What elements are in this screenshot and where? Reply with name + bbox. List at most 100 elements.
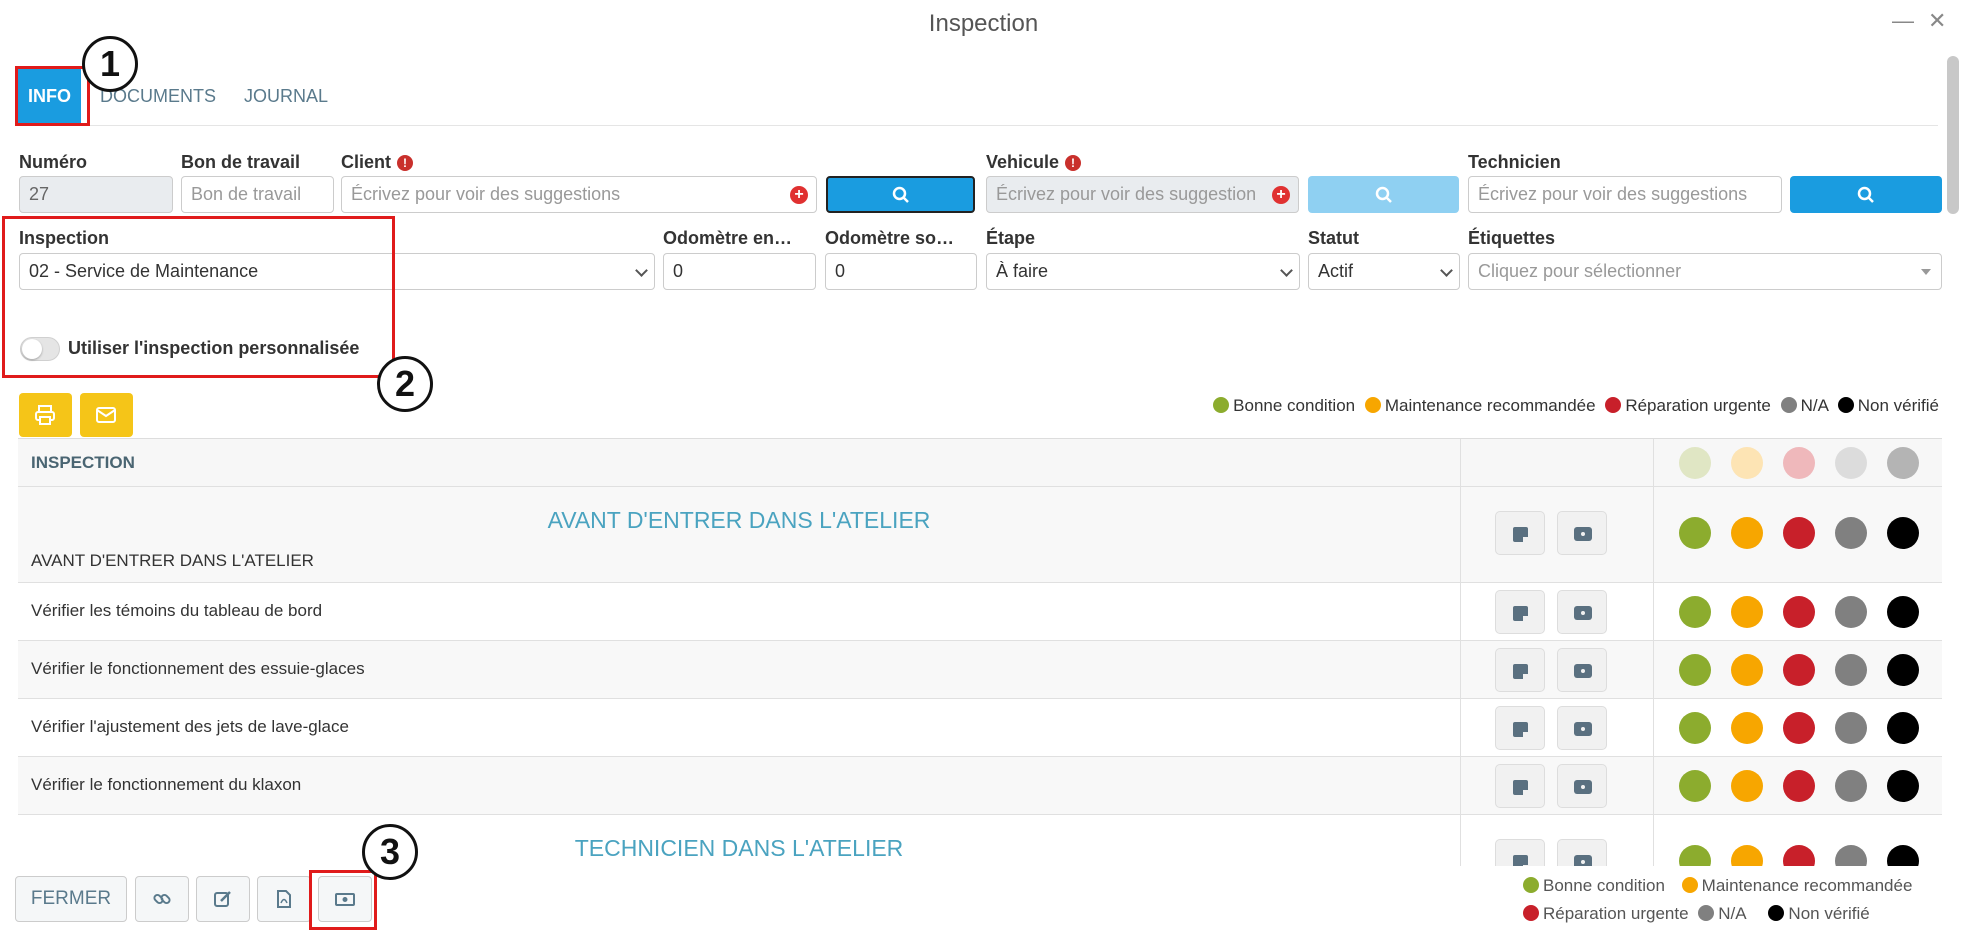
scrollbar[interactable] [1947, 56, 1959, 214]
legend-dot-black [1768, 905, 1785, 921]
tab-journal[interactable]: JOURNAL [244, 68, 328, 124]
camera-button[interactable] [1557, 764, 1607, 808]
note-button[interactable] [1495, 764, 1545, 808]
legend-dot-red [1605, 397, 1622, 413]
section-title: TECHNICIEN DANS L'ATELIER [574, 835, 904, 861]
client-search-button[interactable] [826, 176, 975, 213]
search-icon [1375, 186, 1392, 203]
etiquettes-select[interactable]: Cliquez pour sélectionner [1468, 253, 1942, 290]
legend-dot-orange [1681, 877, 1698, 893]
status-dot-green[interactable] [1679, 596, 1711, 628]
header-dot-green[interactable] [1679, 447, 1711, 479]
status-dot-red[interactable] [1783, 654, 1815, 686]
step-marker-3: 3 [362, 824, 418, 880]
add-vehicule-icon[interactable]: + [1272, 186, 1290, 204]
note-icon [1513, 722, 1528, 737]
vehicule-search-button[interactable] [1308, 176, 1459, 213]
pdf-button[interactable] [257, 876, 311, 922]
edit-icon [214, 891, 231, 907]
note-icon [1513, 664, 1528, 679]
close-icon[interactable]: ✕ [1928, 8, 1946, 34]
minimize-icon[interactable]: — [1892, 8, 1914, 34]
legend-dot-green [1213, 397, 1230, 413]
status-dot-gray[interactable] [1835, 845, 1867, 866]
camera-button[interactable] [1557, 511, 1607, 555]
add-client-icon[interactable]: + [790, 186, 808, 204]
inspection-select[interactable]: 02 - Service de Maintenance [19, 253, 655, 290]
legend-bottom-row1: Bonne condition Maintenance recommandée [1523, 876, 1912, 896]
vehicule-input[interactable]: Écrivez pour voir des suggestion + [986, 176, 1299, 213]
status-dot-black[interactable] [1887, 770, 1919, 802]
status-dot-orange[interactable] [1731, 596, 1763, 628]
statut-select[interactable]: Actif [1308, 253, 1460, 290]
note-button[interactable] [1495, 706, 1545, 750]
status-dot-red[interactable] [1783, 845, 1815, 866]
note-button[interactable] [1495, 839, 1545, 866]
status-dot-green[interactable] [1679, 770, 1711, 802]
edit-button[interactable] [196, 876, 250, 922]
print-button[interactable] [19, 393, 72, 437]
status-dot-gray[interactable] [1835, 770, 1867, 802]
camera-button[interactable] [1557, 706, 1607, 750]
status-dot-orange[interactable] [1731, 517, 1763, 549]
legend-top: Bonne condition Maintenance recommandée … [1208, 396, 1939, 416]
client-input[interactable]: Écrivez pour voir des suggestions + [341, 176, 817, 213]
link-button[interactable] [135, 876, 189, 922]
status-dot-red[interactable] [1783, 770, 1815, 802]
technicien-label: Technicien [1468, 152, 1561, 172]
technicien-search-button[interactable] [1790, 176, 1942, 213]
tab-bar: INFO DOCUMENTS JOURNAL [18, 68, 1938, 126]
odometre-sortie-input[interactable]: 0 [825, 253, 977, 290]
etape-select[interactable]: À faire [986, 253, 1300, 290]
status-dot-gray[interactable] [1835, 517, 1867, 549]
status-dot-gray[interactable] [1835, 596, 1867, 628]
close-button[interactable]: FERMER [15, 876, 127, 922]
status-dot-black[interactable] [1887, 517, 1919, 549]
money-icon [335, 893, 355, 906]
camera-icon [1574, 722, 1592, 736]
tab-info[interactable]: INFO [18, 68, 81, 124]
odometre-entree-input[interactable]: 0 [663, 253, 816, 290]
billing-button[interactable] [318, 876, 372, 922]
camera-button[interactable] [1557, 648, 1607, 692]
custom-inspection-toggle[interactable] [20, 337, 60, 361]
status-dot-orange[interactable] [1731, 654, 1763, 686]
section-title: AVANT D'ENTRER DANS L'ATELIER [547, 507, 931, 533]
column-divider [1653, 439, 1654, 866]
status-dot-red[interactable] [1783, 517, 1815, 549]
status-dot-orange[interactable] [1731, 770, 1763, 802]
status-dot-green[interactable] [1679, 712, 1711, 744]
header-dot-gray[interactable] [1835, 447, 1867, 479]
note-button[interactable] [1495, 590, 1545, 634]
header-dot-orange[interactable] [1731, 447, 1763, 479]
row-label: Vérifier les témoins du tableau de bord [31, 601, 323, 620]
note-button[interactable] [1495, 511, 1545, 555]
note-button[interactable] [1495, 648, 1545, 692]
header-dot-black[interactable] [1887, 447, 1919, 479]
bon-de-travail-input[interactable]: Bon de travail [181, 176, 334, 213]
technicien-input[interactable]: Écrivez pour voir des suggestions [1468, 176, 1782, 213]
legend-dot-gray [1698, 905, 1715, 921]
status-dot-black[interactable] [1887, 654, 1919, 686]
status-dot-green[interactable] [1679, 654, 1711, 686]
inspection-table: INSPECTION AVANT D'ENTRER DANS L'ATELIER… [18, 438, 1942, 866]
status-dot-black[interactable] [1887, 845, 1919, 866]
status-dot-black[interactable] [1887, 596, 1919, 628]
status-dot-orange[interactable] [1731, 712, 1763, 744]
status-dot-gray[interactable] [1835, 712, 1867, 744]
status-dot-green[interactable] [1679, 517, 1711, 549]
envelope-icon [96, 407, 116, 423]
status-dot-green[interactable] [1679, 845, 1711, 866]
status-dot-orange[interactable] [1731, 845, 1763, 866]
camera-button[interactable] [1557, 839, 1607, 866]
link-icon [153, 893, 171, 905]
status-dot-black[interactable] [1887, 712, 1919, 744]
status-dot-gray[interactable] [1835, 654, 1867, 686]
camera-button[interactable] [1557, 590, 1607, 634]
legend-dot-red [1523, 905, 1539, 921]
header-dot-red[interactable] [1783, 447, 1815, 479]
status-dot-red[interactable] [1783, 712, 1815, 744]
legend-dot-green [1523, 877, 1539, 893]
status-dot-red[interactable] [1783, 596, 1815, 628]
email-button[interactable] [80, 393, 133, 437]
